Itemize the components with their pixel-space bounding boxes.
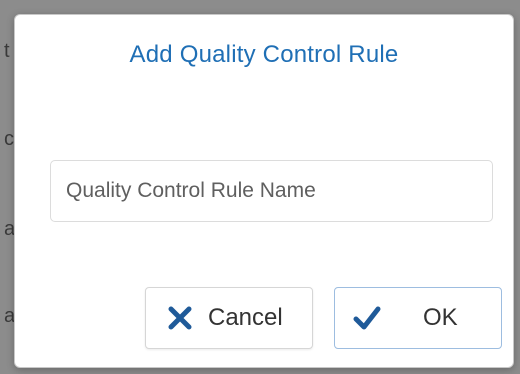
ok-button[interactable]: OK xyxy=(334,287,502,349)
cancel-button[interactable]: Cancel xyxy=(145,287,313,349)
background-text-fragment: c xyxy=(4,128,14,150)
rule-name-input[interactable] xyxy=(50,160,493,222)
dialog-title: Add Quality Control Rule xyxy=(129,41,399,68)
background-text-fragment: t xyxy=(4,40,10,62)
cancel-button-label: Cancel xyxy=(208,304,283,331)
checkmark-icon xyxy=(353,304,381,332)
ok-button-label: OK xyxy=(423,304,458,331)
add-quality-control-rule-dialog: Add Quality Control Rule Cancel OK xyxy=(14,14,514,368)
close-icon xyxy=(166,304,194,332)
